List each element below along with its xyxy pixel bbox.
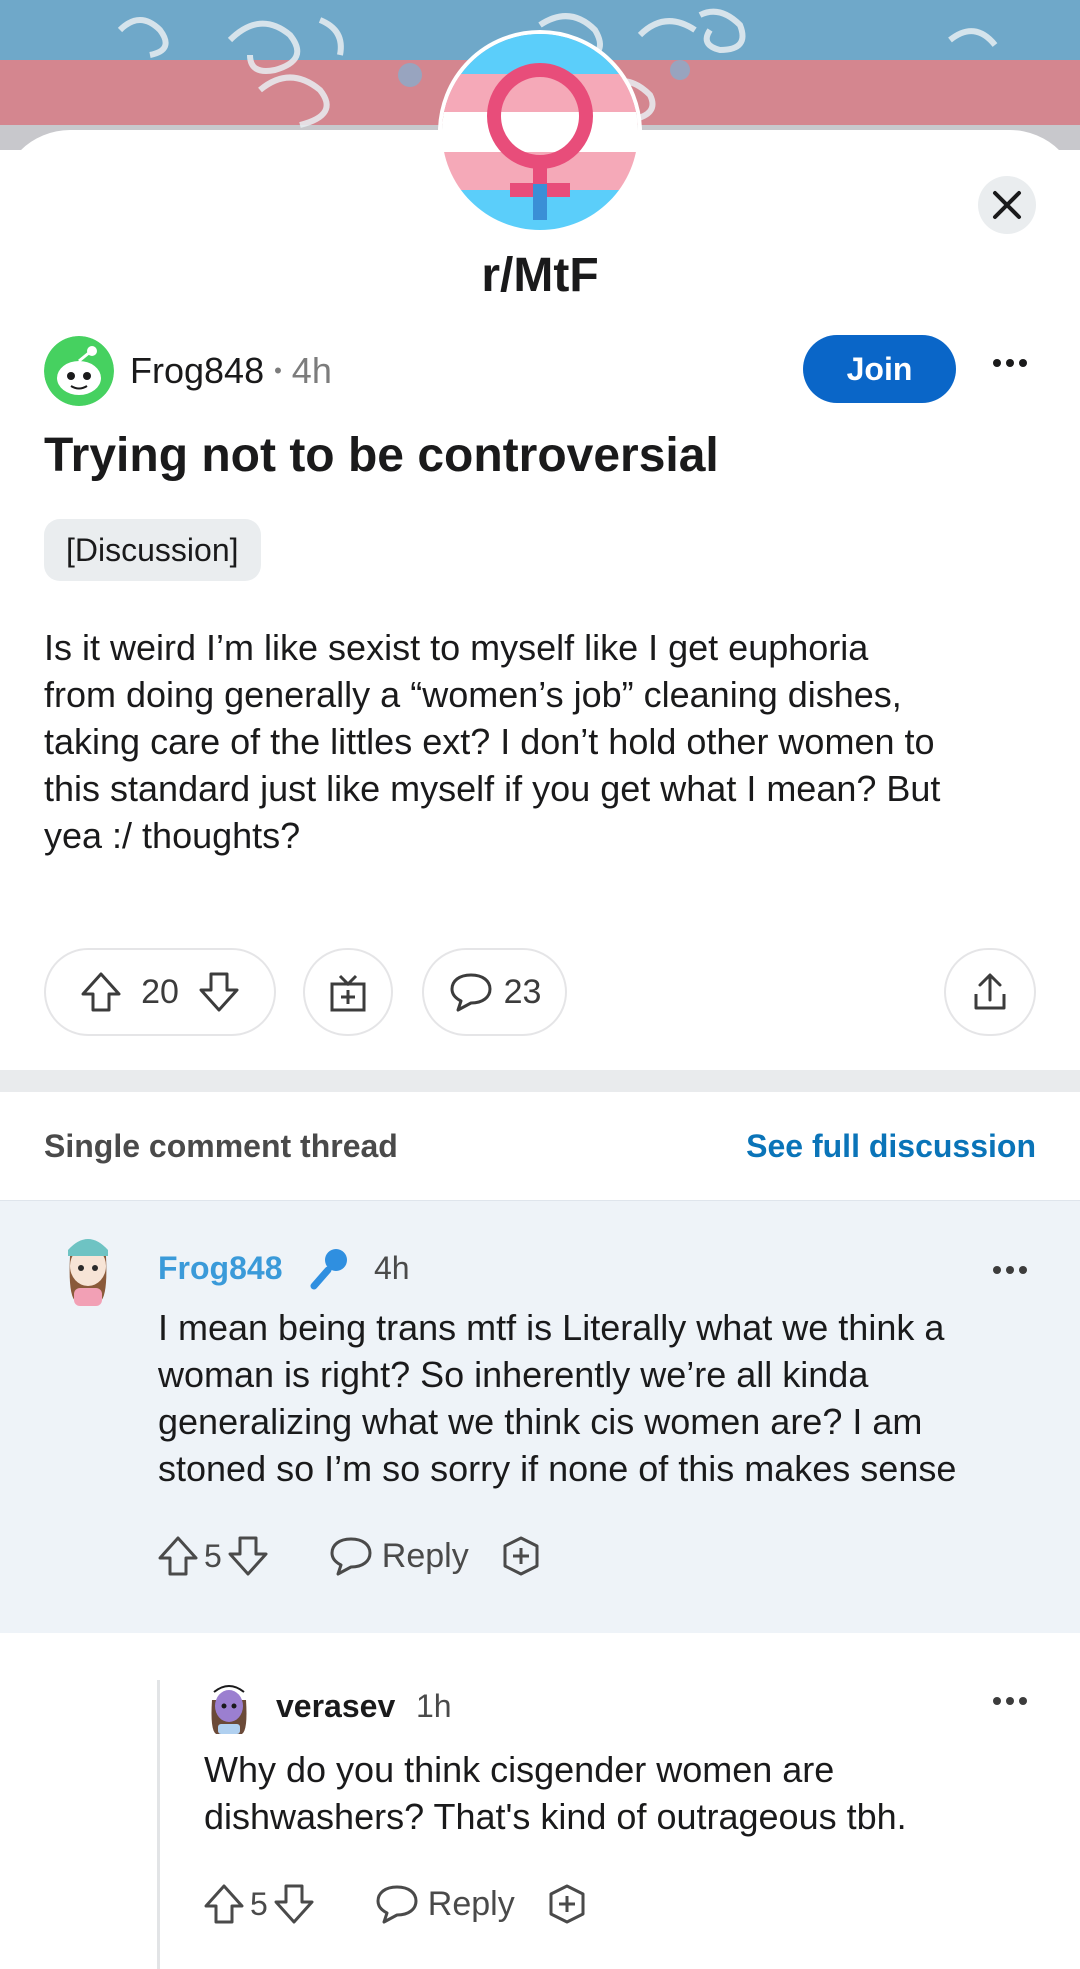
award-icon[interactable]: [545, 1882, 589, 1926]
reply-body-line: Why do you think cisgender women are: [204, 1749, 835, 1790]
comment-time: 4h: [374, 1250, 410, 1286]
post-vote-count: 20: [141, 972, 179, 1011]
comment-avatar[interactable]: [56, 1226, 120, 1310]
post-body-line: yea :/ thoughts?: [44, 815, 301, 856]
award-button[interactable]: [303, 948, 393, 1036]
downvote-icon[interactable]: [197, 970, 241, 1014]
upvote-icon[interactable]: [79, 970, 123, 1014]
more-icon: [993, 1697, 1027, 1705]
share-icon: [974, 973, 1006, 1010]
reply-label: Reply: [381, 1536, 469, 1575]
post-body-line: from doing generally a “women’s job” cle…: [44, 674, 902, 715]
comments-button[interactable]: 23: [422, 948, 567, 1036]
user-avatar-icon: [211, 1685, 247, 1734]
comment-body-line: generalizing what we think cis women are…: [158, 1401, 923, 1442]
subreddit-name[interactable]: r/MtF: [0, 248, 1080, 303]
snoo-avatar-icon: [44, 336, 114, 406]
see-full-discussion-link[interactable]: See full discussion: [746, 1128, 1036, 1165]
post-more-button[interactable]: [990, 350, 1030, 376]
join-button[interactable]: Join: [803, 335, 956, 403]
downvote-icon[interactable]: [272, 1882, 316, 1926]
reply-more-button[interactable]: [990, 1692, 1030, 1710]
post-body-line: Is it weird I’m like sexist to myself li…: [44, 627, 869, 668]
post-author[interactable]: Frog848: [130, 350, 264, 392]
more-icon: [993, 1266, 1027, 1274]
comment-author[interactable]: Frog848: [158, 1250, 282, 1287]
post-vote-pill: 20: [44, 948, 276, 1036]
subreddit-avatar[interactable]: [438, 30, 642, 234]
reply-button[interactable]: Reply: [328, 1534, 469, 1578]
separator-dot: •: [274, 358, 282, 383]
upvote-icon[interactable]: [156, 1534, 200, 1578]
comment-body-line: I mean being trans mtf is Literally what…: [158, 1307, 945, 1348]
reply-time: 1h: [416, 1688, 452, 1724]
reply-label: Reply: [427, 1884, 515, 1923]
reply-icon: [330, 1537, 372, 1576]
post-body-line: taking care of the littles ext? I don’t …: [44, 721, 935, 762]
close-button[interactable]: [978, 176, 1036, 234]
award-icon: [330, 974, 366, 1012]
comment-actions: 5 Reply: [156, 1532, 543, 1580]
award-icon[interactable]: [499, 1534, 543, 1578]
more-icon: [993, 359, 1027, 367]
comment-body-line: stoned so I’m so sorry if none of this m…: [158, 1448, 957, 1489]
trans-symbol-icon: [442, 34, 638, 230]
reply-body: Why do you think cisgender women are dis…: [204, 1746, 1044, 1840]
user-avatar-icon: [68, 1239, 108, 1306]
op-microphone-badge: [306, 1244, 352, 1295]
comment-icon: [450, 973, 492, 1012]
reply-body-line: dishwashers? That's kind of outrageous t…: [204, 1796, 907, 1837]
upvote-icon[interactable]: [202, 1882, 246, 1926]
reply-icon: [376, 1885, 418, 1924]
post-body-line: this standard just like myself if you ge…: [44, 768, 941, 809]
reply-avatar[interactable]: [204, 1680, 254, 1736]
reply-author[interactable]: verasev: [276, 1688, 395, 1725]
author-avatar[interactable]: [44, 336, 114, 406]
post-flair[interactable]: [Discussion]: [44, 519, 261, 581]
thread-label: Single comment thread: [44, 1128, 398, 1164]
section-divider: [0, 1070, 1080, 1092]
downvote-icon[interactable]: [226, 1534, 270, 1578]
post-title[interactable]: Trying not to be controversial: [44, 428, 719, 483]
reply-vote-count: 5: [250, 1885, 268, 1922]
comment-body-line: woman is right? So inherently we’re all …: [158, 1354, 869, 1395]
reply-actions: 5 Reply: [202, 1880, 589, 1928]
microphone-icon: [310, 1249, 347, 1290]
post-author-row: Frog848 • 4h: [44, 336, 332, 406]
close-icon: [993, 191, 1021, 219]
comment-body: I mean being trans mtf is Literally what…: [158, 1304, 1038, 1492]
comment-vote-count: 5: [204, 1537, 222, 1574]
post-time: 4h: [291, 350, 332, 391]
reply-button[interactable]: Reply: [374, 1882, 515, 1926]
post-body: Is it weird I’m like sexist to myself li…: [44, 624, 1044, 859]
share-button[interactable]: [944, 948, 1036, 1036]
comment-count: 23: [503, 972, 542, 1011]
thread-line: [157, 1680, 160, 1969]
comment-more-button[interactable]: [990, 1261, 1030, 1279]
